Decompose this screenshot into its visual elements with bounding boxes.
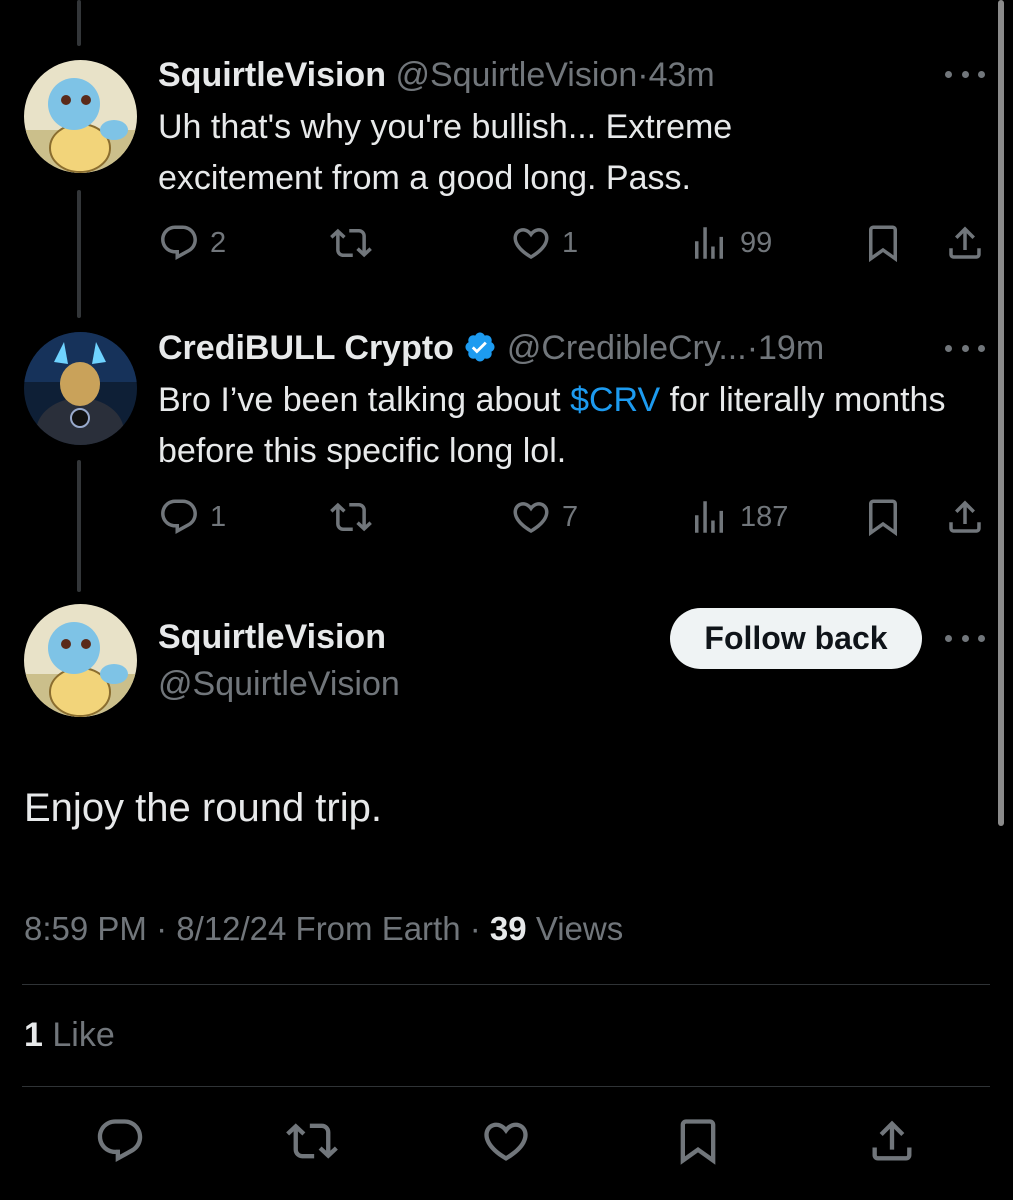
- like-button[interactable]: 7: [510, 496, 578, 538]
- likes-label: Like: [52, 1016, 115, 1054]
- tweet-2-text: Bro I’ve been talking about $CRV for lit…: [158, 375, 948, 477]
- separator-dot: ·: [469, 910, 481, 947]
- bookmark-icon: [862, 222, 904, 264]
- separator-dot: ·: [637, 56, 649, 94]
- retweet-button[interactable]: [330, 496, 372, 538]
- views-label: Views: [535, 910, 624, 947]
- author-name[interactable]: SquirtleVision: [158, 56, 386, 94]
- analytics-icon: [688, 222, 730, 264]
- follow-back-button[interactable]: Follow back: [670, 608, 922, 669]
- reply-count: 1: [210, 500, 227, 533]
- reply-count: 2: [210, 226, 227, 259]
- reply-button[interactable]: 2: [158, 222, 226, 264]
- main-tweet-actions: [0, 1115, 1013, 1175]
- share-icon[interactable]: [866, 1115, 918, 1167]
- analytics-icon: [688, 496, 730, 538]
- tweet-date[interactable]: 8/12/24: [176, 910, 286, 947]
- share-icon: [944, 222, 986, 264]
- separator-dot: ·: [156, 910, 168, 947]
- heart-icon[interactable]: [480, 1115, 532, 1167]
- tweet-1-text: Uh that's why you're bullish... Extreme …: [158, 108, 733, 197]
- retweet-icon[interactable]: [286, 1115, 338, 1167]
- avatar-credibull[interactable]: [24, 332, 137, 445]
- more-icon[interactable]: [945, 628, 985, 648]
- reply-icon: [158, 222, 200, 264]
- thread-line-top: [77, 0, 81, 46]
- likes-summary[interactable]: 1 Like: [24, 1016, 115, 1055]
- reply-icon[interactable]: [94, 1115, 146, 1167]
- retweet-icon: [330, 222, 372, 264]
- more-icon[interactable]: [945, 338, 985, 358]
- like-count: 1: [562, 226, 579, 259]
- retweet-button[interactable]: [330, 222, 372, 264]
- tweet-1-header: SquirtleVision @SquirtleVision·43m: [158, 55, 715, 95]
- timestamp[interactable]: 19m: [758, 329, 824, 367]
- scrollbar[interactable]: [998, 0, 1004, 826]
- separator-dot: ·: [746, 329, 759, 367]
- more-icon[interactable]: [945, 64, 985, 84]
- views-count: 99: [740, 226, 773, 259]
- author-handle[interactable]: @CredibleCry...: [507, 329, 747, 367]
- author-name[interactable]: CrediBULL Crypto: [158, 329, 454, 367]
- share-icon: [944, 496, 986, 538]
- text-part: Bro I’ve been talking about: [158, 381, 571, 419]
- bookmark-icon[interactable]: [672, 1115, 724, 1167]
- thread-line-2: [77, 460, 81, 592]
- like-button[interactable]: 1: [510, 222, 578, 264]
- bookmark-button[interactable]: [862, 496, 904, 538]
- reply-icon: [158, 496, 200, 538]
- views-button[interactable]: 187: [688, 496, 788, 538]
- likes-total: 1: [24, 1016, 43, 1054]
- reply-button[interactable]: 1: [158, 496, 226, 538]
- verified-badge-icon: [465, 332, 495, 362]
- bookmark-button[interactable]: [862, 222, 904, 264]
- tweet-source: From Earth: [295, 910, 461, 947]
- thread-line-1: [77, 190, 81, 318]
- heart-icon: [510, 496, 552, 538]
- main-tweet-text: Enjoy the round trip.: [24, 786, 382, 830]
- retweet-icon: [330, 496, 372, 538]
- divider: [22, 1086, 990, 1087]
- divider: [22, 984, 990, 985]
- author-handle[interactable]: @SquirtleVision: [158, 665, 400, 704]
- tweet-2-header: CrediBULL Crypto @CredibleCry...·19m: [158, 328, 824, 368]
- share-button[interactable]: [944, 496, 986, 538]
- avatar-squirtle[interactable]: [24, 60, 137, 173]
- like-count: 7: [562, 500, 579, 533]
- author-name[interactable]: SquirtleVision: [158, 618, 386, 657]
- tweet-time[interactable]: 8:59 PM: [24, 910, 147, 947]
- heart-icon: [510, 222, 552, 264]
- avatar-squirtle[interactable]: [24, 604, 137, 717]
- tweet-meta: 8:59 PM · 8/12/24 From Earth · 39 Views: [24, 910, 623, 948]
- share-button[interactable]: [944, 222, 986, 264]
- views-total: 39: [489, 910, 527, 947]
- bookmark-icon: [862, 496, 904, 538]
- timestamp[interactable]: 43m: [649, 56, 715, 94]
- views-count: 187: [740, 500, 789, 533]
- views-button[interactable]: 99: [688, 222, 772, 264]
- author-handle[interactable]: @SquirtleVision: [395, 56, 637, 94]
- tweet-1-actions: 2 1 99: [158, 222, 988, 266]
- cashtag-link[interactable]: $CRV: [570, 381, 660, 419]
- tweet-2-actions: 1 7 187: [158, 496, 988, 540]
